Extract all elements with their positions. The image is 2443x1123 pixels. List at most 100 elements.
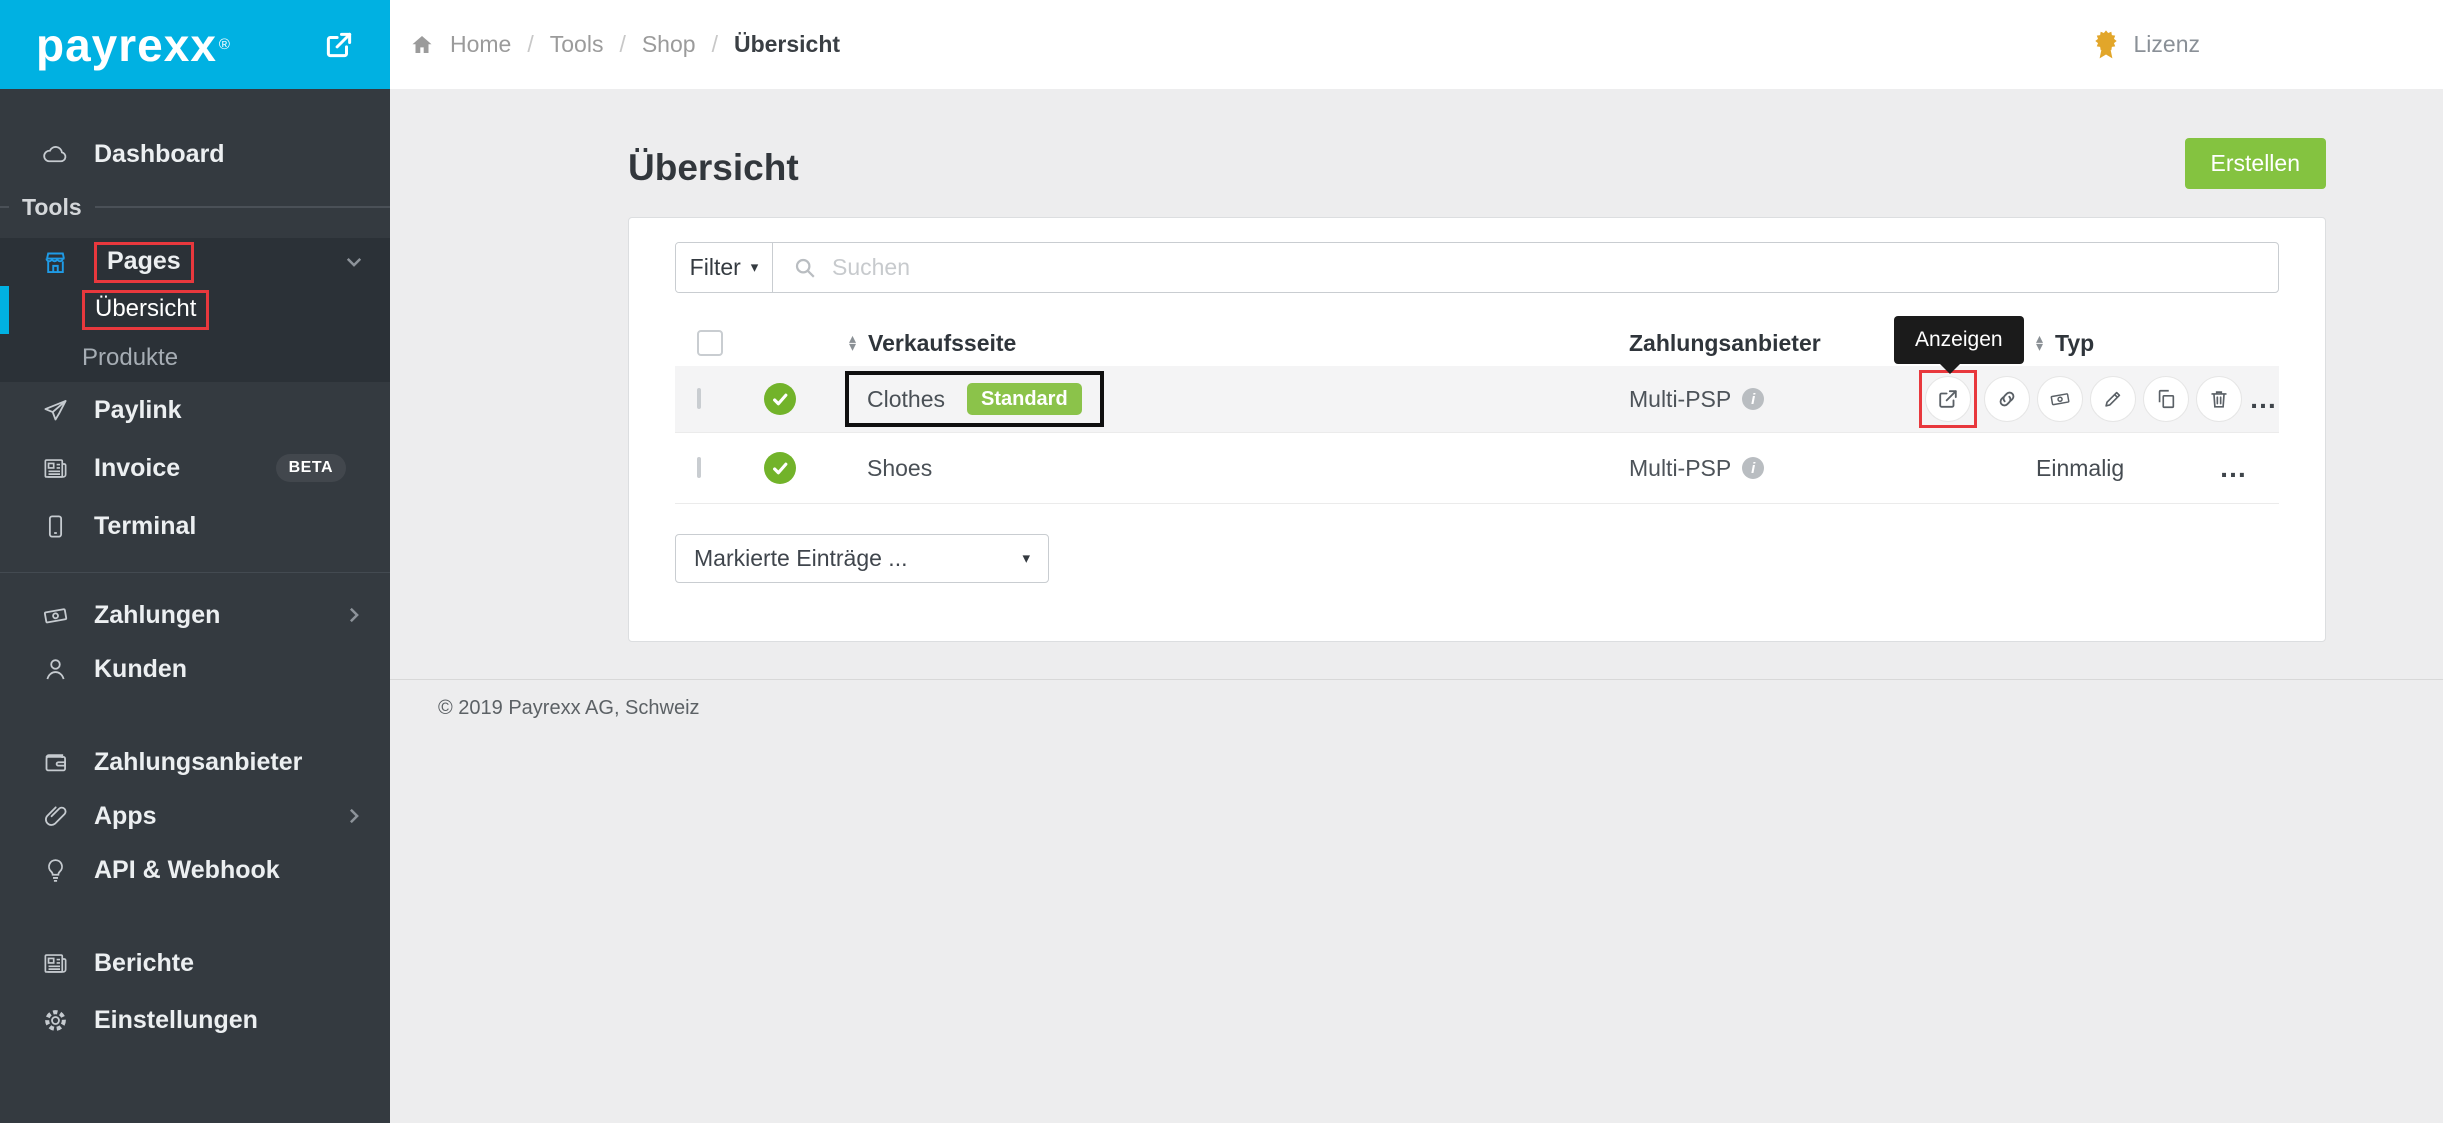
breadcrumb-separator: / xyxy=(527,31,533,58)
brand-trademark: ® xyxy=(219,36,230,53)
create-button[interactable]: Erstellen xyxy=(2185,138,2326,189)
standard-badge: Standard xyxy=(967,383,1082,415)
type-column-header[interactable]: ▴▾ Typ xyxy=(2028,330,2279,357)
cloud-icon xyxy=(40,141,70,168)
filter-label: Filter xyxy=(690,254,741,281)
sidebar-item-label: Dashboard xyxy=(94,140,225,169)
sidebar-item-label: Apps xyxy=(94,802,157,831)
sidebar-item-label: Berichte xyxy=(94,949,194,978)
sales-pages-table: ▴▾ Verkaufsseite Zahlungsanbieter ▴▾ Typ xyxy=(675,320,2279,504)
paperplane-icon xyxy=(40,397,70,424)
wallet-icon xyxy=(40,749,70,776)
sidebar-item-kunden[interactable]: Kunden xyxy=(0,645,390,693)
app-root: payrexx ® Dashboard Tools xyxy=(0,0,2443,1123)
sidebar-item-paylink[interactable]: Paylink xyxy=(0,386,390,434)
table-row-shoes: Shoes Multi-PSP i Einmalig … xyxy=(675,432,2279,504)
banknote-icon xyxy=(40,602,70,629)
sidebar-item-label: Übersicht xyxy=(95,295,196,322)
app-logo: payrexx ® xyxy=(0,0,390,89)
smartphone-icon xyxy=(40,513,70,540)
info-icon[interactable]: i xyxy=(1742,388,1764,410)
bulk-action-select[interactable]: Markierte Einträge ... ▾ xyxy=(675,534,1049,583)
sort-icon[interactable]: ▴▾ xyxy=(2036,335,2043,350)
table-header-row: ▴▾ Verkaufsseite Zahlungsanbieter ▴▾ Typ xyxy=(675,320,2279,366)
store-icon xyxy=(40,249,70,276)
sidebar-item-label: Pages xyxy=(107,247,181,275)
row-checkbox[interactable] xyxy=(697,388,701,409)
chevron-right-icon xyxy=(344,605,364,625)
sidebar: payrexx ® Dashboard Tools xyxy=(0,0,390,1123)
sidebar-item-label: Paylink xyxy=(94,396,182,425)
sidebar-pages-group: Pages Übersicht Produkte xyxy=(0,238,390,382)
sidebar-item-apps[interactable]: Apps xyxy=(0,792,390,840)
copy-icon xyxy=(2155,388,2177,410)
breadcrumb-current: Übersicht xyxy=(734,31,840,58)
row-actions: Anzeigen xyxy=(1919,370,2279,428)
tooltip-anzeigen: Anzeigen xyxy=(1894,316,2024,364)
person-icon xyxy=(40,656,70,683)
sidebar-item-berichte[interactable]: Berichte xyxy=(0,939,390,987)
pencil-icon xyxy=(2102,388,2124,410)
sidebar-item-label: Kunden xyxy=(94,655,187,684)
overview-card: Filter ▾ ▴▾ Verkaufsseite xyxy=(628,217,2326,642)
license-link[interactable]: Lizenz xyxy=(2090,29,2200,61)
gear-icon xyxy=(40,1007,70,1034)
bulk-action-label: Markierte Einträge ... xyxy=(694,545,907,572)
sales-page-column-header[interactable]: ▴▾ Verkaufsseite xyxy=(840,330,1619,357)
copyright-text: © 2019 Payrexx AG, Schweiz xyxy=(438,697,700,719)
license-label: Lizenz xyxy=(2134,31,2200,58)
row-checkbox[interactable] xyxy=(697,457,701,478)
beta-badge: BETA xyxy=(276,454,346,482)
sidebar-item-dashboard[interactable]: Dashboard xyxy=(0,130,390,178)
status-active-icon xyxy=(764,383,796,415)
edit-button[interactable] xyxy=(2090,376,2136,422)
filter-search-group: Filter ▾ xyxy=(675,242,2279,293)
breadcrumb-separator: / xyxy=(619,31,625,58)
trash-icon xyxy=(2208,388,2230,410)
annotation-black-box: Clothes Standard xyxy=(845,371,1104,427)
breadcrumb-home[interactable]: Home xyxy=(450,31,511,58)
main-content: Übersicht Erstellen Filter ▾ xyxy=(390,89,2443,1123)
content-area: Übersicht Erstellen Filter ▾ xyxy=(390,89,2443,642)
annotation-red-box: Pages xyxy=(94,242,194,283)
sidebar-item-pages[interactable]: Pages xyxy=(0,238,390,286)
provider-cell: Multi-PSP i xyxy=(1619,455,2028,482)
sidebar-item-label: Zahlungsanbieter xyxy=(94,748,302,777)
sidebar-item-uebersicht[interactable]: Übersicht xyxy=(0,286,390,334)
home-icon[interactable] xyxy=(410,33,434,57)
breadcrumb-separator: / xyxy=(712,31,718,58)
type-cell: Einmalig … xyxy=(2028,455,2279,482)
breadcrumb-shop[interactable]: Shop xyxy=(642,31,696,58)
sidebar-item-label: Zahlungen xyxy=(94,601,220,630)
filter-dropdown-button[interactable]: Filter ▾ xyxy=(676,243,773,292)
payment-button[interactable] xyxy=(2037,376,2083,422)
external-link-icon[interactable] xyxy=(324,30,354,60)
page-footer: © 2019 Payrexx AG, Schweiz xyxy=(390,679,2443,720)
delete-button[interactable] xyxy=(2196,376,2242,422)
lightbulb-icon xyxy=(40,857,70,884)
page-header: Übersicht Erstellen xyxy=(628,137,2326,189)
breadcrumb-tools[interactable]: Tools xyxy=(550,31,604,58)
sidebar-item-einstellungen[interactable]: Einstellungen xyxy=(0,996,390,1044)
sidebar-item-label: API & Webhook xyxy=(94,856,280,885)
sidebar-item-zahlungen[interactable]: Zahlungen xyxy=(0,591,390,639)
sidebar-item-produkte[interactable]: Produkte xyxy=(0,334,390,382)
sidebar-item-invoice[interactable]: Invoice BETA xyxy=(0,444,390,492)
info-icon[interactable]: i xyxy=(1742,457,1764,479)
caret-down-icon: ▾ xyxy=(1022,551,1030,566)
annotation-red-box: Übersicht xyxy=(82,290,209,330)
status-active-icon xyxy=(764,452,796,484)
sidebar-section-tools: Tools xyxy=(0,186,390,228)
duplicate-button[interactable] xyxy=(2143,376,2189,422)
sidebar-item-terminal[interactable]: Terminal xyxy=(0,502,390,550)
copy-link-button[interactable] xyxy=(1984,376,2030,422)
annotation-red-box: Anzeigen xyxy=(1919,370,1977,428)
link-icon xyxy=(1996,388,2018,410)
newspaper-icon xyxy=(40,455,70,482)
sidebar-item-api-webhook[interactable]: API & Webhook xyxy=(0,846,390,894)
divider xyxy=(0,572,390,573)
sort-icon[interactable]: ▴▾ xyxy=(849,335,856,350)
search-input[interactable] xyxy=(830,253,2278,282)
select-all-checkbox[interactable] xyxy=(697,330,723,356)
sidebar-item-zahlungsanbieter[interactable]: Zahlungsanbieter xyxy=(0,738,390,786)
